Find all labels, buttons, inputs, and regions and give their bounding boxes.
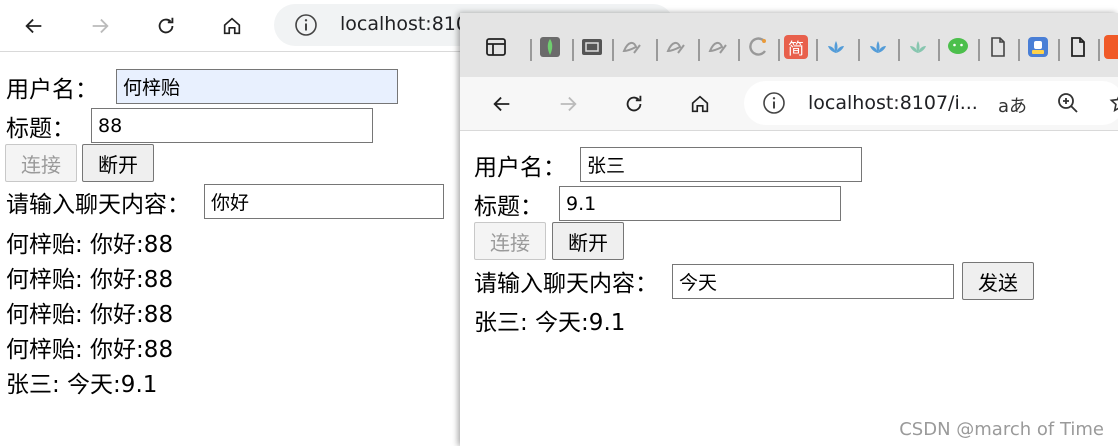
disconnect-button[interactable]: 断开 [552,222,624,260]
lotus-icon[interactable] [824,35,848,59]
back-button[interactable] [484,86,520,122]
info-icon[interactable] [762,91,786,115]
page-content: 用户名： 何梓贻 标题： 88 连接 断开 请输入聊天内容： 你好 何梓贻: 你… [0,52,460,446]
tab-separator [778,39,780,61]
chat-message: 张三: 今天:9.1 [474,310,626,336]
tab-separator [1058,39,1060,61]
tab-c-icon[interactable] [746,35,770,59]
home-button[interactable] [682,86,718,122]
tab-generic-icon[interactable] [706,35,730,59]
tab-separator [938,39,940,61]
watermark: CSDN @march of Time [899,419,1104,440]
home-button[interactable] [214,8,250,44]
arrow-left-icon [25,18,42,34]
tab-separator [858,39,860,61]
wechat-icon[interactable] [946,35,970,59]
page-icon[interactable] [986,35,1010,59]
chat-message: 张三: 今天:9.1 [6,372,158,398]
username-input[interactable]: 何梓贻 [116,69,398,104]
home-icon [691,95,709,113]
title-label: 标题： [474,193,543,220]
tab-generic-icon[interactable] [620,35,644,59]
tab-generic-icon[interactable] [664,35,688,59]
tab-separator [898,39,900,61]
reload-icon [626,95,642,112]
mongodb-icon[interactable] [538,35,562,59]
reload-button[interactable] [616,86,652,122]
connect-button[interactable]: 连接 [5,144,77,182]
title-input[interactable]: 88 [91,108,373,143]
chat-row: 请输入聊天内容： 今天 发送 [474,262,1034,300]
back-button[interactable] [16,8,52,44]
chat-row: 请输入聊天内容： 你好 [6,184,444,219]
username-row: 用户名： 张三 [474,147,862,182]
username-label: 用户名： [6,76,98,103]
reload-icon [158,17,174,34]
tab-strip: 简 [460,13,1118,77]
username-label: 用户名： [474,154,566,181]
forward-button[interactable] [550,86,586,122]
tab-separator [978,39,980,61]
arrow-right-icon [92,18,109,34]
lotus-icon[interactable] [866,35,890,59]
tab-separator [738,39,740,61]
toolbar: localhost:8107/i... aあ [460,77,1118,131]
chat-label: 请输入聊天内容： [6,191,190,218]
tab-separator [530,39,532,61]
arrow-left-icon [493,96,510,112]
tab-separator [572,39,574,61]
page-icon[interactable] [1066,35,1090,59]
favorite-star-icon[interactable] [1108,91,1118,115]
read-aloud-button[interactable]: aあ [998,92,1027,118]
tab-separator [656,39,658,61]
username-row: 用户名： 何梓贻 [6,69,398,104]
arrow-right-icon [560,96,577,112]
page-content: 用户名： 张三 标题： 9.1 连接 断开 请输入聊天内容： 今天 发送 张三:… [460,131,1118,446]
address-text: localhost:8107/i... [808,92,978,114]
tab-separator [612,39,614,61]
chat-message: 何梓贻: 你好:88 [6,337,174,363]
chat-input[interactable]: 今天 [672,263,954,299]
tab-separator [1018,39,1020,61]
browser-window-front: 简 localhost:8107/i... aあ 用户名： 张三 标题： 9.1… [460,13,1118,446]
info-icon[interactable] [294,13,318,37]
forward-button[interactable] [82,8,118,44]
zoom-icon[interactable] [1056,91,1080,115]
chat-message: 何梓贻: 你好:88 [6,267,174,293]
sidebar-icon[interactable] [484,35,508,59]
title-row: 标题： 9.1 [474,186,841,221]
chat-label: 请输入聊天内容： [474,271,658,297]
username-input[interactable]: 张三 [580,147,862,182]
lotus-icon[interactable] [906,35,930,59]
app-icon[interactable] [1026,35,1050,59]
address-bar[interactable]: localhost:8107/i... aあ [744,81,1118,125]
reload-button[interactable] [148,8,184,44]
title-input[interactable]: 9.1 [559,186,841,221]
tab-separator [1098,39,1100,61]
disconnect-button[interactable]: 断开 [82,144,154,182]
tab-separator [816,39,818,61]
send-button[interactable]: 发送 [962,262,1034,300]
chat-input[interactable]: 你好 [204,184,444,219]
home-icon [223,17,241,35]
chat-message: 何梓贻: 你好:88 [6,302,174,328]
title-row: 标题： 88 [6,108,373,143]
tab-separator [698,39,700,61]
title-label: 标题： [6,115,75,142]
connect-button[interactable]: 连接 [474,222,546,260]
jian-icon[interactable]: 简 [784,35,808,59]
screenshot-icon[interactable] [580,35,604,59]
orange-app-icon[interactable] [1104,35,1118,59]
chat-message: 何梓贻: 你好:88 [6,232,174,258]
